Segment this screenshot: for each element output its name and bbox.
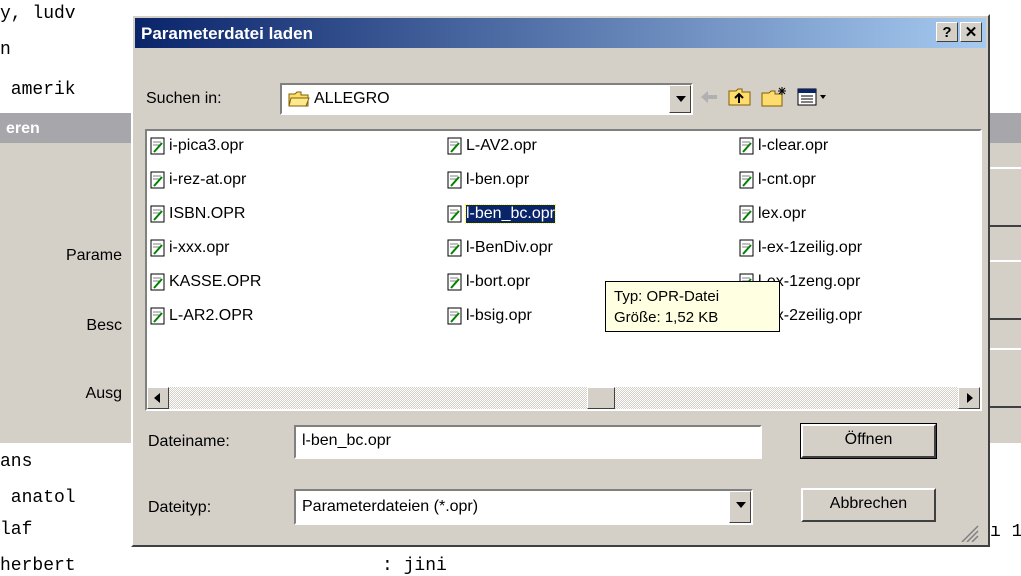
console-line: herbert (0, 556, 76, 576)
left-arrow-icon (154, 393, 160, 403)
file-name: i-xxx.opr (169, 239, 230, 256)
text-file-icon (739, 239, 754, 257)
look-in-label: Suchen in: (146, 90, 222, 107)
file-item[interactable]: l-ben_bc.opr (447, 203, 556, 225)
folder-open-icon (288, 91, 310, 107)
file-item[interactable]: l-BenDiv.opr (447, 237, 553, 259)
file-name: i-rez-at.opr (169, 171, 247, 188)
file-name: L-AR2.OPR (169, 307, 254, 324)
horizontal-scrollbar[interactable] (147, 387, 980, 409)
background-dialog-title: eren (6, 120, 40, 137)
console-line: laf (0, 520, 33, 540)
text-file-icon (447, 171, 462, 189)
file-name: KASSE.OPR (169, 273, 262, 290)
file-item[interactable]: ISBN.OPR (150, 203, 245, 225)
file-item[interactable]: i-xxx.opr (150, 237, 229, 259)
filename-label: Dateiname: (148, 433, 230, 450)
filename-input[interactable]: l-ben_bc.opr (294, 425, 762, 459)
text-file-icon (150, 137, 165, 155)
text-file-icon (150, 273, 165, 291)
up-folder-icon[interactable] (727, 86, 753, 108)
file-item[interactable]: l-bort.opr (447, 271, 530, 293)
dialog-title: Parameterdatei laden (141, 24, 313, 43)
filetype-dropdown-button[interactable] (729, 491, 751, 523)
text-file-icon (447, 307, 462, 325)
console-line: amerik (0, 80, 76, 100)
help-button[interactable]: ? (936, 22, 958, 42)
file-tooltip: Typ: OPR-Datei Größe: 1,52 KB (605, 281, 780, 332)
filetype-value: Parameterdateien (*.opr) (302, 498, 479, 515)
file-item[interactable]: KASSE.OPR (150, 271, 261, 293)
new-folder-icon[interactable] (760, 86, 788, 108)
right-arrow-icon (967, 393, 973, 403)
resize-grip-icon[interactable] (958, 522, 982, 542)
text-file-icon (447, 205, 462, 223)
look-in-dropdown-button[interactable] (669, 85, 691, 113)
file-name: L-AV2.opr (466, 137, 537, 154)
cancel-button[interactable]: Abbrechen (801, 488, 936, 522)
file-name: l-BenDiv.opr (466, 239, 553, 256)
file-item[interactable]: lex.opr (739, 203, 806, 225)
filename-value: l-ben_bc.opr (302, 432, 391, 449)
file-name: l-cnt.opr (758, 171, 816, 188)
file-item[interactable]: i-rez-at.opr (150, 169, 246, 191)
console-line: anatol (0, 488, 76, 508)
background-label-ausgabe: Ausg (85, 385, 122, 402)
text-file-icon (739, 137, 754, 155)
console-line: y, ludv (0, 4, 76, 24)
file-item[interactable]: L-AR2.OPR (150, 305, 253, 327)
text-file-icon (150, 307, 165, 325)
text-file-icon (447, 273, 462, 291)
text-file-icon (447, 137, 462, 155)
text-file-icon (739, 171, 754, 189)
background-label-beschreibung: Besc (86, 317, 122, 334)
look-in-value: ALLEGRO (314, 90, 390, 107)
background-button[interactable] (988, 260, 1021, 320)
file-item[interactable]: l-cnt.opr (739, 169, 816, 191)
tooltip-type: Typ: OPR-Datei (614, 288, 720, 305)
console-line: ı 1 (990, 522, 1021, 542)
text-file-icon (150, 205, 165, 223)
file-item[interactable]: l-bsig.opr (447, 305, 532, 327)
open-button[interactable]: Öffnen (800, 423, 937, 459)
file-name: l-bort.opr (466, 273, 531, 290)
console-line: n (0, 40, 11, 60)
file-name: l-ben.opr (466, 171, 530, 188)
dialog-titlebar[interactable]: Parameterdatei laden ? ✕ (135, 18, 986, 48)
file-name: i-pica3.opr (169, 137, 244, 154)
tooltip-size: Größe: 1,52 KB (614, 309, 719, 326)
console-line: ans (0, 452, 33, 472)
file-item[interactable]: l-clear.opr (739, 135, 828, 157)
close-button[interactable]: ✕ (960, 22, 982, 42)
text-file-icon (447, 239, 462, 257)
console-line: : jini (382, 556, 447, 576)
look-in-combo[interactable]: ALLEGRO (280, 83, 693, 115)
filetype-label: Dateityp: (148, 499, 212, 516)
back-arrow-icon[interactable] (697, 86, 721, 108)
scroll-right-button[interactable] (958, 387, 980, 409)
background-button[interactable] (988, 167, 1021, 227)
filetype-select[interactable]: Parameterdateien (*.opr) (294, 489, 753, 525)
scroll-left-button[interactable] (147, 387, 169, 409)
file-name: l-bsig.opr (466, 307, 532, 324)
background-button[interactable] (988, 348, 1021, 408)
file-name: lex.opr (758, 205, 807, 222)
file-list[interactable]: i-pica3.opr i-rez-at.opr ISBN.OPR i-xxx.opr… (145, 129, 982, 411)
text-file-icon (150, 239, 165, 257)
view-menu-icon[interactable] (796, 86, 836, 108)
file-item[interactable]: l-ben.opr (447, 169, 529, 191)
scroll-thumb[interactable] (587, 387, 615, 409)
file-item[interactable]: L-AV2.opr (447, 135, 537, 157)
file-name: l-clear.opr (758, 137, 829, 154)
background-label-parameter: Parame (65, 247, 122, 264)
file-item[interactable]: i-pica3.opr (150, 135, 244, 157)
file-name: l-ben_bc.opr (465, 204, 556, 224)
text-file-icon (739, 205, 754, 223)
file-name: l-ex-1zeilig.opr (758, 239, 863, 256)
file-name: ISBN.OPR (169, 205, 246, 222)
file-item[interactable]: l-ex-1zeilig.opr (739, 237, 862, 259)
text-file-icon (150, 171, 165, 189)
